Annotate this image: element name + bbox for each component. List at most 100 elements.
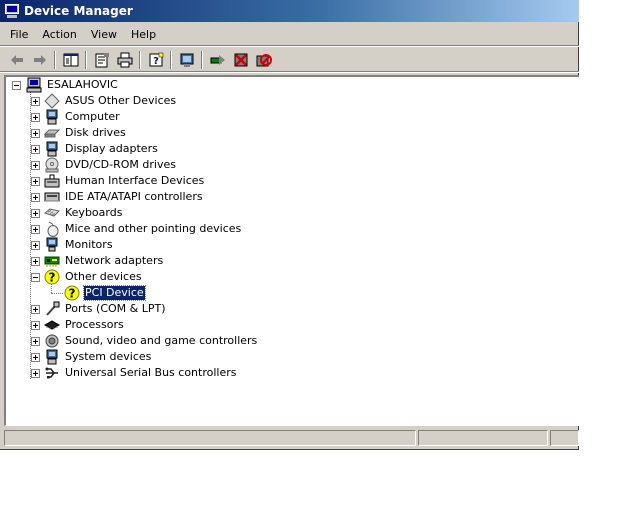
mouse-icon: [44, 221, 60, 237]
status-bar: [0, 428, 579, 448]
usb-icon: [44, 365, 60, 381]
svg-text:?: ?: [153, 56, 159, 67]
menu-view[interactable]: View: [84, 25, 124, 45]
tree-item-ports[interactable]: Ports (COM & LPT): [6, 301, 167, 317]
tree-item-display-adapters[interactable]: Display adapters: [6, 141, 159, 157]
show-hide-tree-icon: [63, 53, 78, 66]
menu-action[interactable]: Action: [35, 25, 83, 45]
toolbar-separator: [201, 50, 203, 69]
status-panel-secondary: [418, 430, 548, 446]
status-panel-main: [4, 430, 416, 446]
expand-toggle[interactable]: [31, 321, 40, 330]
expand-toggle[interactable]: [31, 241, 40, 250]
tree-root[interactable]: ESALAHOVIC: [6, 77, 119, 93]
menu-help[interactable]: Help: [124, 25, 163, 45]
expand-toggle[interactable]: [31, 225, 40, 234]
expand-toggle[interactable]: [31, 257, 40, 266]
tree-item-label: IDE ATA/ATAPI controllers: [65, 190, 203, 203]
display-adapter-icon: [44, 141, 60, 157]
svg-text:?: ?: [69, 287, 76, 301]
tree-item-label: Keyboards: [65, 206, 123, 219]
network-adapter-icon: [44, 253, 60, 269]
expand-toggle[interactable]: [31, 369, 40, 378]
tree-item-label: System devices: [65, 350, 152, 363]
tree-item-dvd-cdrom-drives[interactable]: DVD/CD-ROM drives: [6, 157, 177, 173]
expand-toggle[interactable]: [31, 145, 40, 154]
tree-item-usb-controllers[interactable]: Universal Serial Bus controllers: [6, 365, 237, 381]
toolbar-separator: [170, 50, 172, 69]
device-manager-window: Device Manager File Action View Help ? E…: [0, 0, 579, 450]
tree-item-monitors[interactable]: Monitors: [6, 237, 114, 253]
tree-item-other-devices[interactable]: ? Other devices: [6, 269, 143, 285]
tree-item-label: Display adapters: [65, 142, 158, 155]
tree-item-label: Sound, video and game controllers: [65, 334, 258, 347]
expand-toggle[interactable]: [31, 209, 40, 218]
expand-toggle[interactable]: [31, 305, 40, 314]
tree-item-keyboards[interactable]: Keyboards: [6, 205, 123, 221]
collapse-toggle[interactable]: [31, 273, 40, 282]
tree-item-pci-device[interactable]: ? PCI Device: [6, 285, 146, 301]
back-button[interactable]: [5, 49, 28, 71]
update-driver-button[interactable]: [206, 49, 229, 71]
tree-item-mice[interactable]: Mice and other pointing devices: [6, 221, 242, 237]
scan-hardware-icon: [180, 53, 193, 67]
uninstall-button[interactable]: [229, 49, 252, 71]
tree-item-label: Human Interface Devices: [65, 174, 205, 187]
show-hide-tree-button[interactable]: [59, 49, 82, 71]
sound-icon: [44, 333, 60, 349]
tree-item-computer[interactable]: Computer: [6, 109, 121, 125]
expand-toggle[interactable]: [31, 337, 40, 346]
menu-file[interactable]: File: [3, 25, 35, 45]
other-devices-icon: [44, 93, 60, 109]
uninstall-icon: [234, 53, 247, 66]
monitor-icon: [44, 237, 60, 253]
tree-item-label: Mice and other pointing devices: [65, 222, 242, 235]
help-button[interactable]: ?: [144, 49, 167, 71]
tree-item-label: Network adapters: [65, 254, 164, 267]
toolbar: ?: [0, 48, 579, 73]
toolbar-separator: [139, 50, 141, 69]
expand-toggle[interactable]: [31, 129, 40, 138]
disk-drive-icon: [44, 125, 60, 141]
disable-button[interactable]: [252, 49, 275, 71]
scan-hardware-button[interactable]: [175, 49, 198, 71]
tree-root-label: ESALAHOVIC: [47, 78, 118, 91]
tree-item-processors[interactable]: Processors: [6, 317, 125, 333]
tree-item-label: Universal Serial Bus controllers: [65, 366, 237, 379]
properties-button[interactable]: [90, 49, 113, 71]
collapse-toggle[interactable]: [12, 81, 21, 90]
tree-item-label: DVD/CD-ROM drives: [65, 158, 176, 171]
status-panel-tertiary: [550, 430, 579, 446]
tree-item-human-interface-devices[interactable]: Human Interface Devices: [6, 173, 205, 189]
unknown-device-icon: ?: [44, 269, 60, 285]
toolbar-separator: [54, 50, 56, 69]
tree-item-label-selected: PCI Device: [83, 285, 146, 301]
tree-item-disk-drives[interactable]: Disk drives: [6, 125, 127, 141]
tree-item-system-devices[interactable]: System devices: [6, 349, 152, 365]
tree-item-ide-controllers[interactable]: IDE ATA/ATAPI controllers: [6, 189, 204, 205]
processor-icon: [44, 317, 60, 333]
tree-item-asus-other-devices[interactable]: ASUS Other Devices: [6, 93, 177, 109]
tree-item-label: Ports (COM & LPT): [65, 302, 166, 315]
expand-toggle[interactable]: [31, 97, 40, 106]
tree-item-network-adapters[interactable]: Network adapters: [6, 253, 164, 269]
title-bar[interactable]: Device Manager: [0, 0, 579, 22]
forward-button[interactable]: [28, 49, 51, 71]
window-title: Device Manager: [24, 4, 133, 18]
expand-toggle[interactable]: [31, 353, 40, 362]
forward-icon: [33, 54, 46, 65]
expand-toggle[interactable]: [31, 177, 40, 186]
tree-item-label: Disk drives: [65, 126, 126, 139]
computer-icon: [44, 109, 60, 125]
expand-toggle[interactable]: [31, 161, 40, 170]
print-button[interactable]: [113, 49, 136, 71]
expand-toggle[interactable]: [31, 113, 40, 122]
tree-item-label: Other devices: [65, 270, 142, 283]
expand-toggle[interactable]: [31, 193, 40, 202]
svg-text:?: ?: [49, 271, 56, 285]
back-icon: [10, 54, 23, 65]
tree-item-sound[interactable]: Sound, video and game controllers: [6, 333, 258, 349]
update-driver-icon: [210, 54, 225, 65]
properties-icon: [95, 52, 109, 67]
device-tree[interactable]: ESALAHOVIC ASUS Other Devices Computer D…: [4, 75, 579, 426]
